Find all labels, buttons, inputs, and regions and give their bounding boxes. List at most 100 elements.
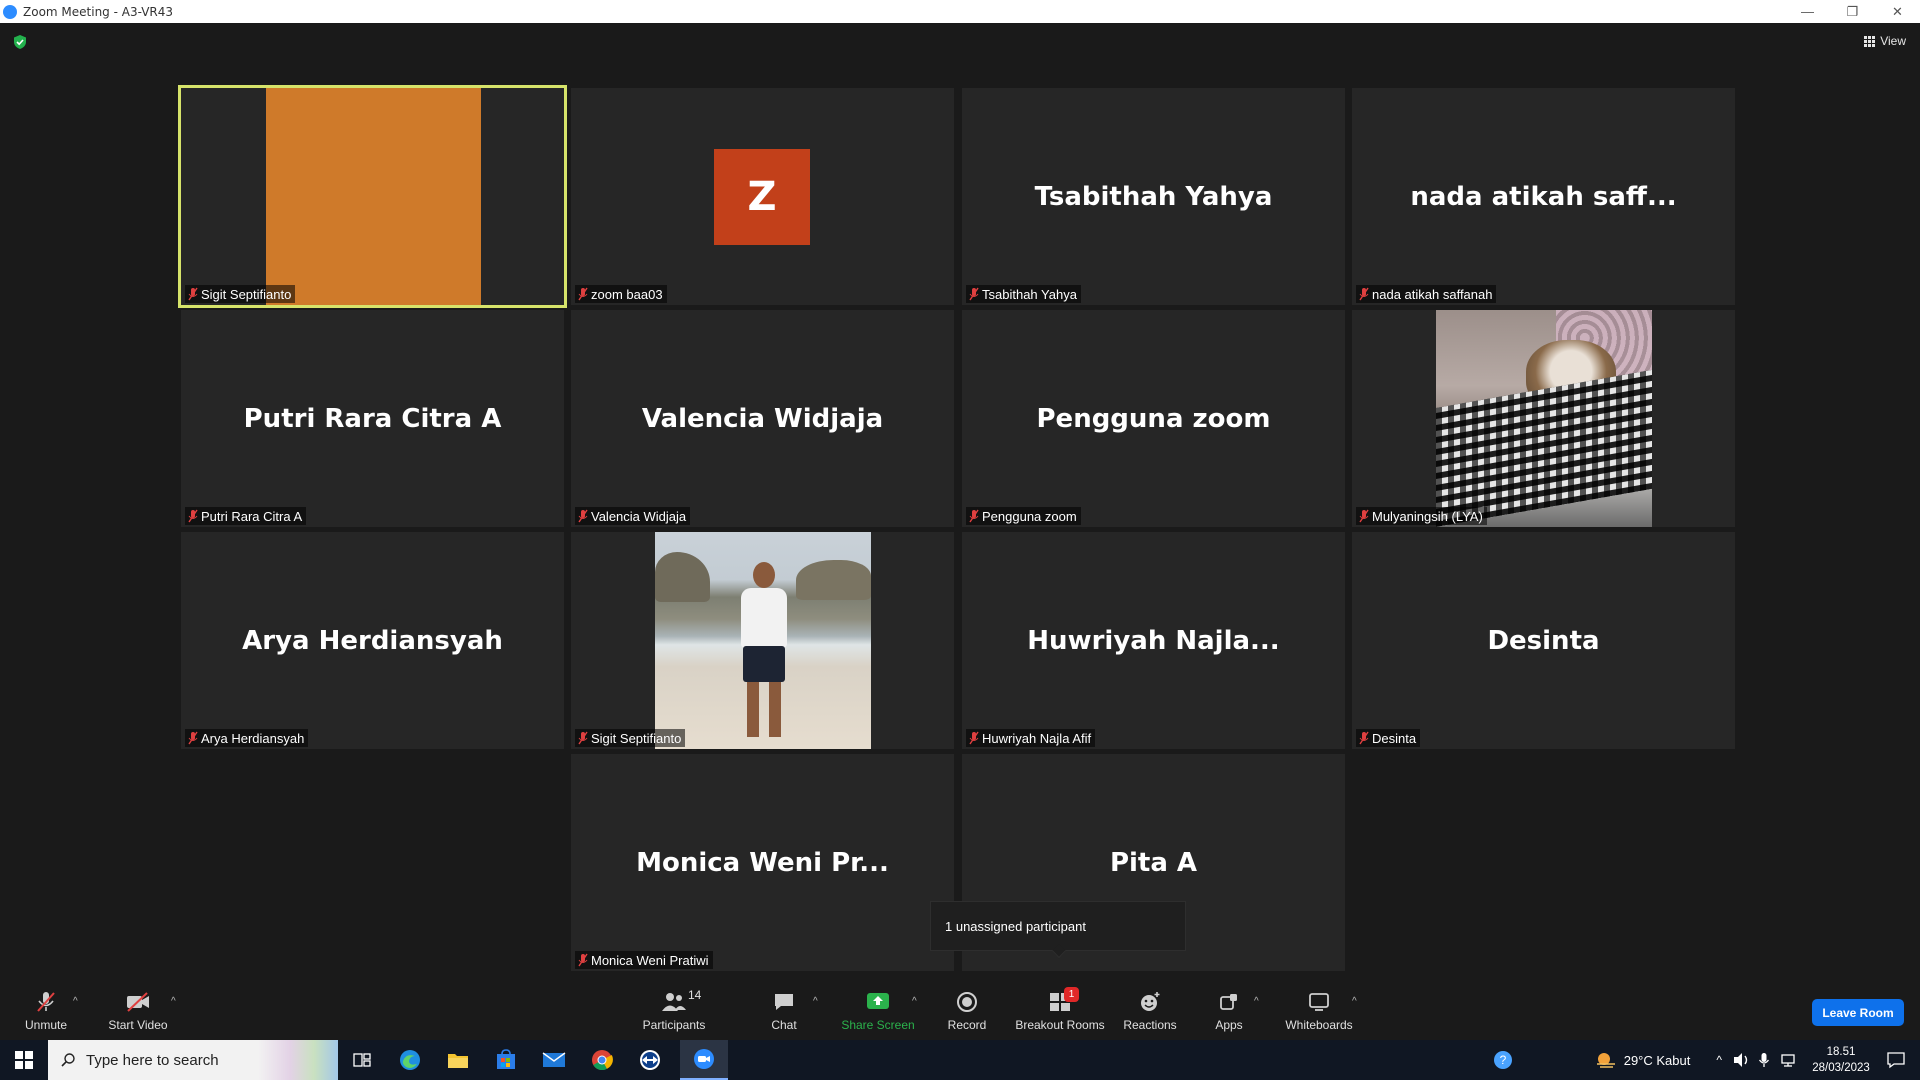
show-hidden-icons-chevron-icon[interactable]: ^ [1716,1053,1722,1067]
search-highlight-art [258,1040,338,1080]
muted-mic-icon [1359,731,1369,745]
participant-video [266,88,481,305]
clock-date: 28/03/2023 [1812,1062,1870,1074]
task-view-icon [353,1053,371,1067]
mail-icon [542,1052,566,1067]
leave-room-button[interactable]: Leave Room [1812,999,1904,1026]
whiteboards-options-caret[interactable]: ^ [1352,996,1357,1007]
participant-name-display: Valencia Widjaja [641,403,884,434]
video-tile[interactable]: Valencia Widjaja Valencia Widjaja [571,310,954,527]
video-options-caret[interactable]: ^ [171,996,176,1007]
video-off-icon [125,990,151,1014]
muted-mic-icon [188,509,198,523]
participant-label: Pengguna zoom [966,507,1081,525]
breakout-badge: 1 [1064,987,1079,1002]
chat-options-caret[interactable]: ^ [813,996,818,1007]
muted-mic-icon [578,287,588,301]
whiteboards-button[interactable]: Whiteboards [1283,982,1355,1040]
search-icon [61,1053,75,1067]
edge-icon [400,1050,420,1070]
muted-mic-icon [969,287,979,301]
mail-button[interactable] [530,1040,578,1080]
participant-label: Desinta [1356,729,1421,747]
participant-name-display: Arya Herdiansyah [242,625,503,656]
speaker-icon[interactable] [1732,1052,1750,1068]
restore-button[interactable]: ❐ [1830,0,1875,23]
close-button[interactable]: ✕ [1875,0,1920,23]
muted-mic-icon [578,509,588,523]
participant-label: nada atikah saffanah [1356,285,1497,303]
muted-microphone-icon [33,990,59,1014]
windows-start-button[interactable] [0,1040,48,1080]
participant-label: Mulyaningsih (LYA) [1356,507,1487,525]
video-tile[interactable]: Pengguna zoom Pengguna zoom [962,310,1345,527]
zoom-taskbar-button[interactable] [680,1040,728,1080]
minimize-button[interactable]: — [1785,0,1830,23]
video-tile[interactable]: Huwriyah Najla... Huwriyah Najla Afif [962,532,1345,749]
security-shield-icon[interactable] [12,34,28,50]
video-tile[interactable]: Monica Weni Pr... Monica Weni Pratiwi [571,754,954,971]
participant-label: Monica Weni Pratiwi [575,951,713,969]
share-screen-button[interactable]: Share Screen [841,982,915,1040]
chat-icon [771,990,797,1014]
unmute-button[interactable]: Unmute [18,982,74,1040]
start-video-button[interactable]: Start Video [104,982,172,1040]
help-icon[interactable]: ? [1492,1049,1514,1071]
participants-icon: 14 [661,988,701,1014]
video-tile[interactable]: Z zoom baa03 [571,88,954,305]
participants-button[interactable]: 14 Participants [638,982,710,1040]
video-tile[interactable]: Sigit Septifianto [571,532,954,749]
participant-name-display: Putri Rara Citra A [243,403,502,434]
teamviewer-button[interactable] [626,1040,674,1080]
notifications-icon[interactable] [1886,1051,1906,1069]
apps-options-caret[interactable]: ^ [1254,996,1259,1007]
network-icon[interactable] [1780,1052,1798,1068]
participant-name-display: nada atikah saff... [1410,181,1677,212]
video-tile[interactable]: Mulyaningsih (LYA) [1352,310,1735,527]
view-button[interactable]: View [1864,34,1906,48]
folder-icon [448,1054,468,1068]
meeting-stage: View Sigit Septifianto Z zoom baa03 Tsab… [0,23,1920,982]
muted-mic-icon [969,731,979,745]
file-explorer-button[interactable] [434,1040,482,1080]
unassigned-participant-popup[interactable]: 1 unassigned participant [930,901,1186,959]
apps-button[interactable]: Apps [1212,982,1246,1040]
weather-hazy-icon [1596,1053,1615,1068]
audio-options-caret[interactable]: ^ [73,996,78,1007]
muted-mic-icon [1359,509,1369,523]
record-button[interactable]: Record [944,982,990,1040]
avatar: Z [714,149,810,245]
taskbar-clock[interactable]: 18.51 28/03/2023 [1802,1044,1880,1076]
participant-name-display: Monica Weni Pr... [636,847,889,878]
reactions-button[interactable]: Reactions [1122,982,1178,1040]
video-tile[interactable]: Arya Herdiansyah Arya Herdiansyah [181,532,564,749]
microphone-icon[interactable] [1758,1052,1770,1068]
muted-mic-icon [578,731,588,745]
video-tile[interactable]: nada atikah saff... nada atikah saffanah [1352,88,1735,305]
windows-taskbar: Type here to search ? 29°C Kabut ^ 18.51… [0,1040,1920,1080]
weather-text[interactable]: 29°C Kabut [1624,1053,1691,1068]
microsoft-store-button[interactable] [482,1040,530,1080]
video-tile[interactable]: Desinta Desinta [1352,532,1735,749]
window-titlebar: Zoom Meeting - A3-VR43 — ❐ ✕ [0,0,1920,23]
video-tile[interactable]: Putri Rara Citra A Putri Rara Citra A [181,310,564,527]
window-title: Zoom Meeting - A3-VR43 [23,4,174,19]
breakout-rooms-button[interactable]: 1 Breakout Rooms [1014,982,1106,1040]
reactions-smiley-icon [1137,990,1163,1014]
taskbar-search-box[interactable]: Type here to search [48,1040,338,1080]
video-tile[interactable]: Tsabithah Yahya Tsabithah Yahya [962,88,1345,305]
video-tile[interactable]: Sigit Septifianto [178,85,567,308]
chrome-button[interactable] [578,1040,626,1080]
participant-name-display: Tsabithah Yahya [1034,181,1273,212]
participant-name-display: Huwriyah Najla... [1027,625,1280,656]
view-label: View [1880,34,1906,48]
participant-name-display: Pengguna zoom [1036,403,1271,434]
edge-browser-button[interactable] [386,1040,434,1080]
muted-mic-icon [188,731,198,745]
share-options-caret[interactable]: ^ [912,996,917,1007]
muted-mic-icon [578,953,588,967]
participant-label: Tsabithah Yahya [966,285,1081,303]
task-view-button[interactable] [338,1040,386,1080]
chat-button[interactable]: Chat [767,982,801,1040]
apps-icon [1216,990,1242,1014]
